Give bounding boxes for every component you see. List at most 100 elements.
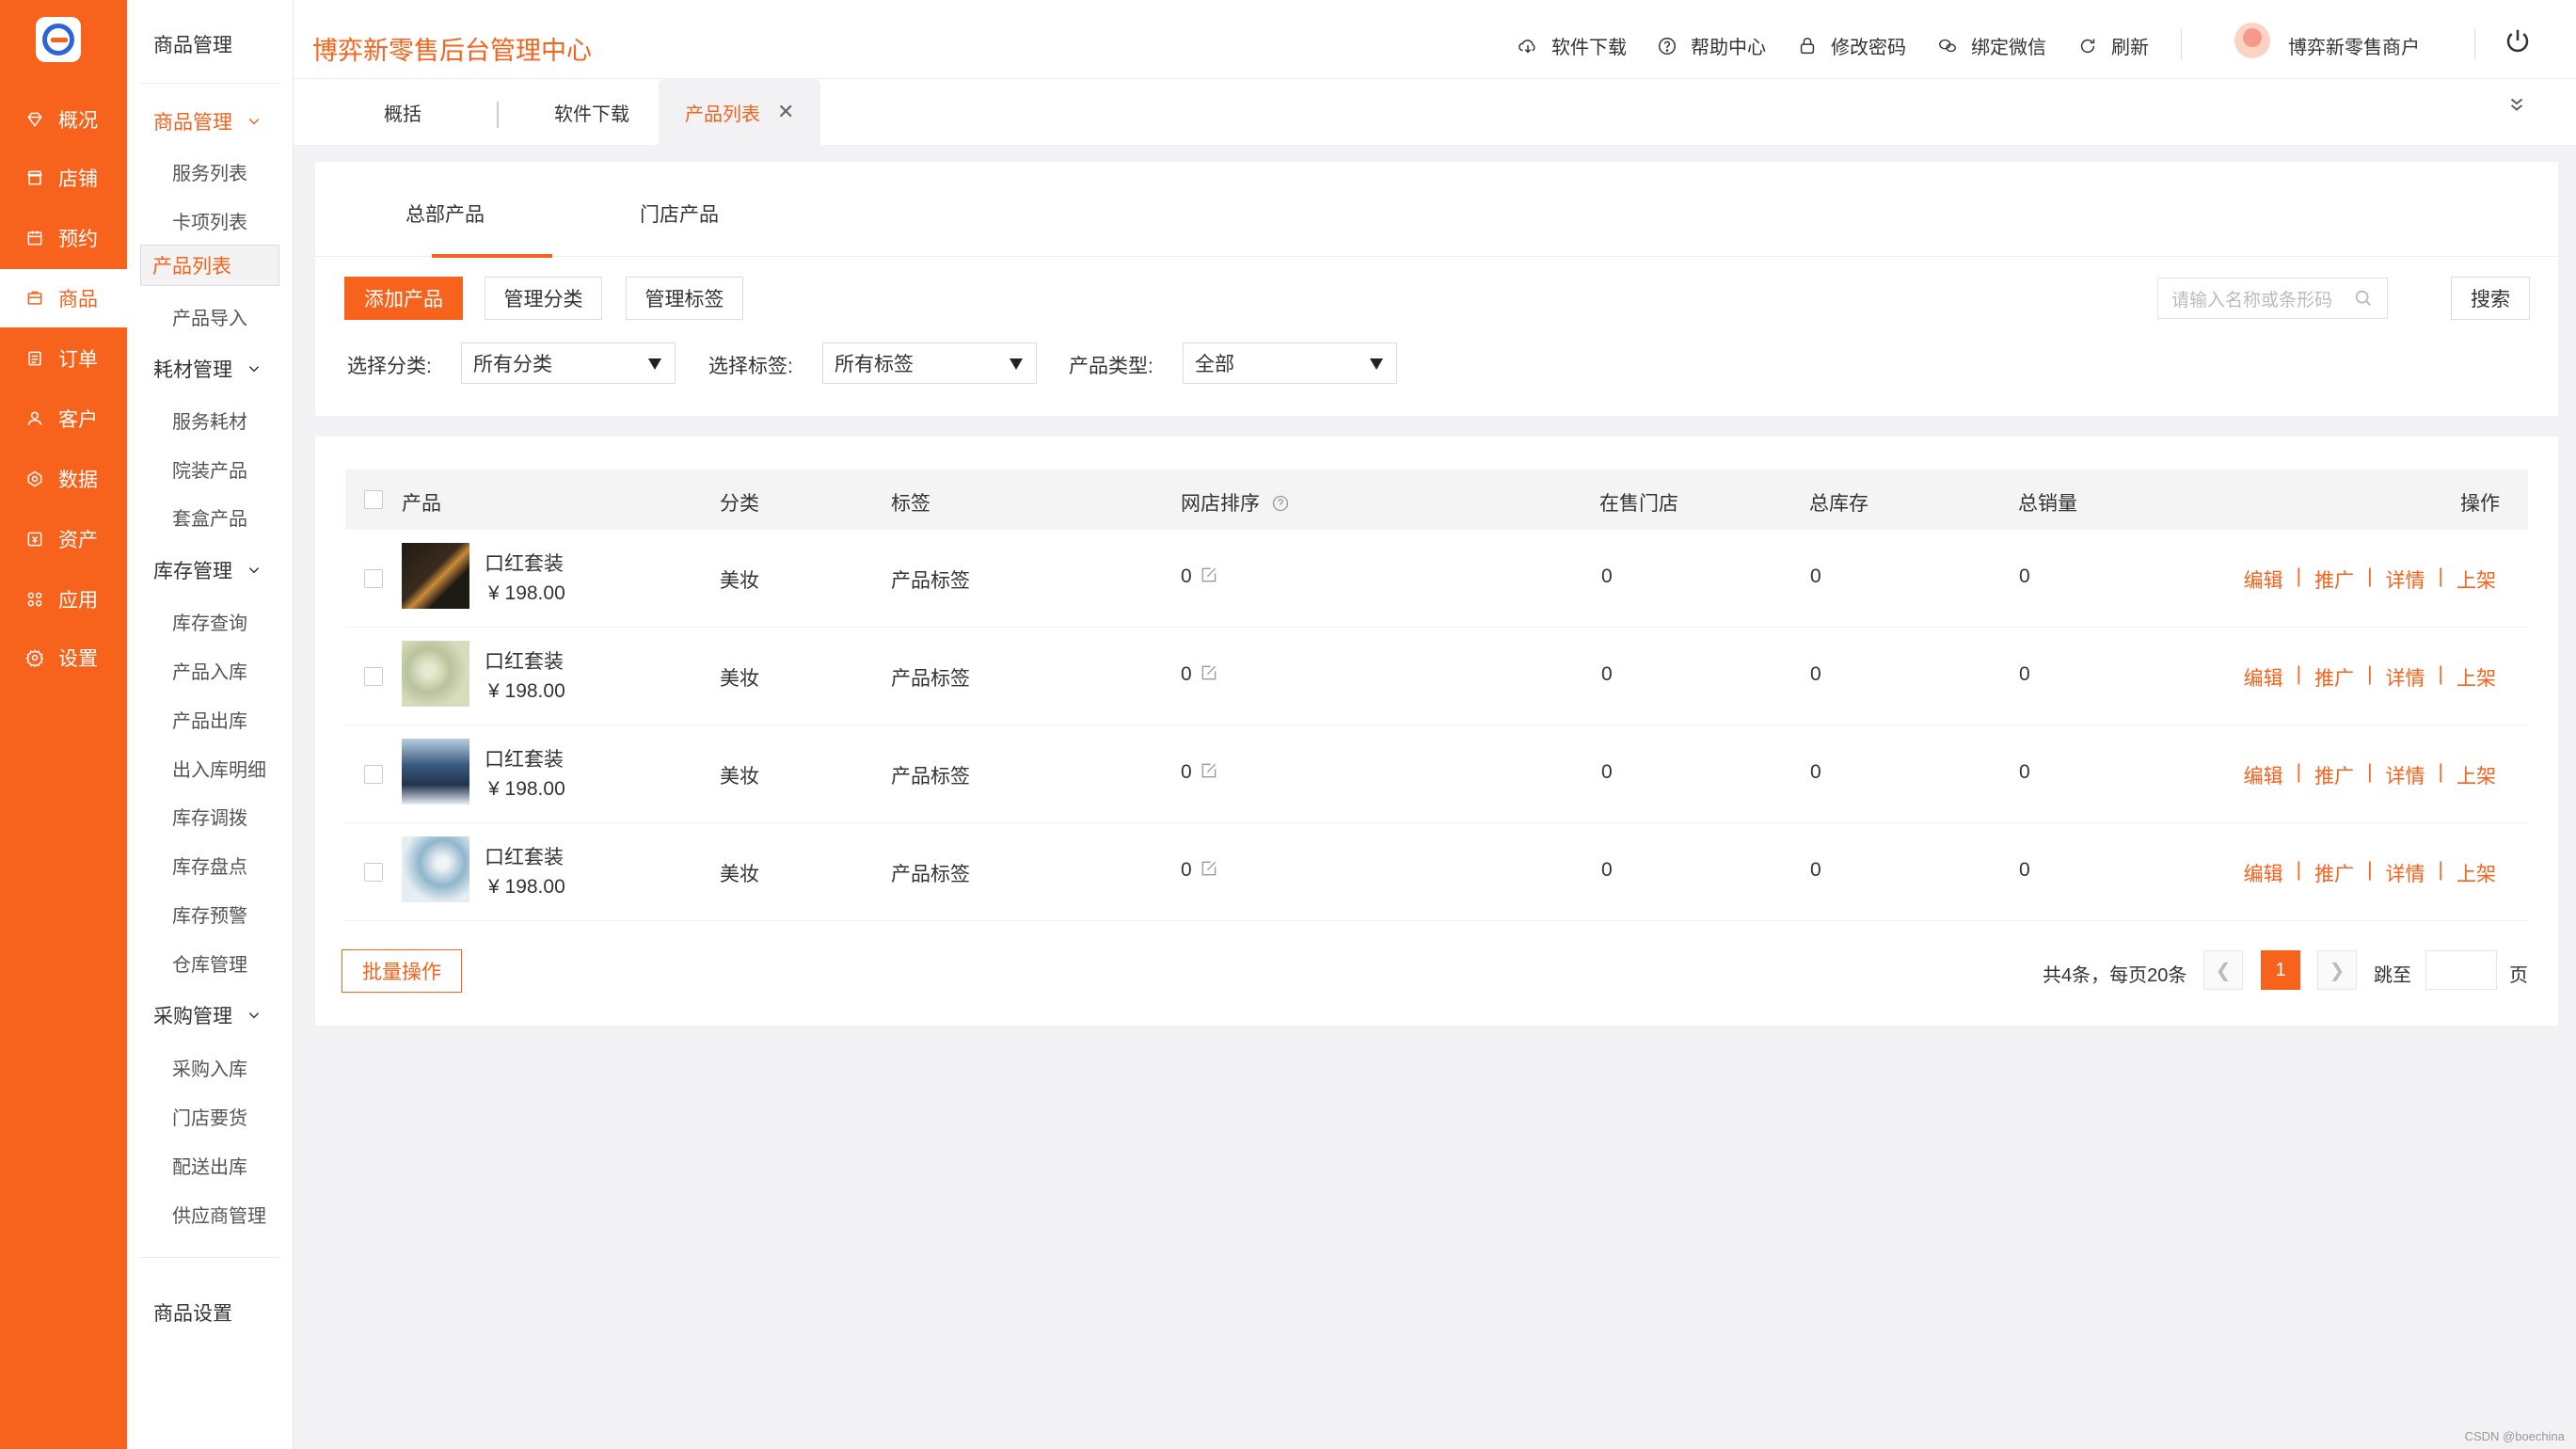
sidebar-item[interactable]: 库存预警 xyxy=(140,889,279,938)
publish-link[interactable]: 上架 xyxy=(2457,859,2496,887)
rail-item-1[interactable]: 店铺 xyxy=(0,149,127,207)
row-checkbox[interactable] xyxy=(364,765,383,784)
detail-link[interactable]: 详情 xyxy=(2386,663,2425,692)
category-select[interactable]: 所有分类 xyxy=(461,342,676,384)
edit-link[interactable]: 编辑 xyxy=(2244,859,2283,887)
header-change-password[interactable]: 修改密码 xyxy=(1797,32,1906,59)
help-icon[interactable] xyxy=(1271,494,1290,513)
row-checkbox[interactable] xyxy=(364,569,383,588)
publish-link[interactable]: 上架 xyxy=(2457,663,2496,692)
rail-item-8[interactable]: 应用 xyxy=(0,570,127,629)
product-name[interactable]: 口红套装 xyxy=(485,842,564,870)
sidebar-item[interactable]: 采购入库 xyxy=(140,1043,279,1091)
tab-product-list[interactable]: 产品列表 ✕ xyxy=(659,79,821,145)
chevron-double-down-icon[interactable] xyxy=(2506,94,2527,120)
sidebar-item[interactable]: 院装产品 xyxy=(140,444,279,493)
product-name[interactable]: 口红套装 xyxy=(485,744,564,772)
sidebar-item[interactable]: 仓库管理 xyxy=(140,938,279,987)
rail-item-7[interactable]: 资产 xyxy=(0,510,127,568)
prev-page-button[interactable]: ❮ xyxy=(2203,950,2243,990)
jump-page-input[interactable] xyxy=(2425,950,2497,990)
edit-icon[interactable] xyxy=(1200,663,1218,682)
promote-link[interactable]: 推广 xyxy=(2314,761,2354,789)
sidebar-item[interactable]: 配送出库 xyxy=(140,1140,279,1189)
sidebar-item[interactable]: 卡项列表 xyxy=(140,196,279,245)
detail-link[interactable]: 详情 xyxy=(2386,565,2425,594)
rail-item-5[interactable]: 客户 xyxy=(0,390,127,448)
data-icon xyxy=(24,470,45,488)
rail-item-2[interactable]: 预约 xyxy=(0,209,127,267)
rail-item-0[interactable]: 概况 xyxy=(0,90,127,149)
promote-link[interactable]: 推广 xyxy=(2314,859,2354,887)
product-name[interactable]: 口红套装 xyxy=(485,549,564,577)
sidebar-item[interactable]: 门店要货 xyxy=(140,1091,279,1140)
batch-operation-button[interactable]: 批量操作 xyxy=(342,949,462,993)
detail-link[interactable]: 详情 xyxy=(2386,859,2425,887)
product-stores: 0 xyxy=(1601,565,1613,587)
edit-link[interactable]: 编辑 xyxy=(2244,663,2283,692)
publish-link[interactable]: 上架 xyxy=(2457,565,2496,594)
sidebar-group-0[interactable]: 商品管理 xyxy=(153,107,261,135)
publish-link[interactable]: 上架 xyxy=(2457,761,2496,789)
tab-hq-products[interactable]: 总部产品 xyxy=(405,199,485,228)
sidebar-item[interactable]: 出入库明细 xyxy=(140,743,279,792)
detail-link[interactable]: 详情 xyxy=(2386,761,2425,789)
jump-label: 跳至 xyxy=(2374,965,2411,986)
rail-item-4[interactable]: 订单 xyxy=(0,329,127,388)
promote-link[interactable]: 推广 xyxy=(2314,663,2354,692)
sidebar-footer-settings[interactable]: 商品设置 xyxy=(153,1298,232,1327)
logout-button[interactable] xyxy=(2504,26,2545,55)
add-product-button[interactable]: 添加产品 xyxy=(344,277,463,320)
sidebar-item[interactable]: 产品入库 xyxy=(140,645,279,694)
header-software-download[interactable]: 软件下载 xyxy=(1518,32,1627,59)
sidebar-item[interactable]: 产品列表 xyxy=(140,245,279,286)
sidebar-item[interactable]: 产品出库 xyxy=(140,694,279,743)
header-bind-wechat[interactable]: 绑定微信 xyxy=(1937,32,2046,59)
tab-overview[interactable]: 概括 xyxy=(384,79,421,145)
sidebar-item[interactable]: 库存盘点 xyxy=(140,840,279,889)
avatar[interactable] xyxy=(2234,23,2270,58)
user-name[interactable]: 博弈新零售商户 xyxy=(2288,32,2420,59)
next-page-button[interactable]: ❯ xyxy=(2317,950,2357,990)
close-icon[interactable]: ✕ xyxy=(777,100,794,124)
edit-icon[interactable] xyxy=(1200,859,1218,878)
sidebar-item[interactable]: 库存查询 xyxy=(140,597,279,645)
row-checkbox[interactable] xyxy=(364,667,383,686)
sidebar-item[interactable]: 库存调拨 xyxy=(140,791,279,840)
manage-tag-button[interactable]: 管理标签 xyxy=(626,277,743,320)
page-1-button[interactable]: 1 xyxy=(2261,950,2300,990)
tab-store-products[interactable]: 门店产品 xyxy=(640,199,719,228)
search-button[interactable]: 搜索 xyxy=(2451,277,2530,320)
type-select[interactable]: 全部 xyxy=(1183,342,1397,384)
product-stock: 0 xyxy=(1810,565,1821,587)
sidebar-item[interactable]: 供应商管理 xyxy=(140,1189,279,1238)
edit-link[interactable]: 编辑 xyxy=(2244,565,2283,594)
search-input[interactable]: 请输入名称或条形码 xyxy=(2157,278,2388,319)
app-logo[interactable] xyxy=(36,17,81,62)
sidebar-item[interactable]: 套盒产品 xyxy=(140,492,279,541)
sidebar-item[interactable]: 服务耗材 xyxy=(140,395,279,444)
watermark: CSDN @boechina xyxy=(2464,1429,2565,1443)
edit-icon[interactable] xyxy=(1200,761,1218,780)
promote-link[interactable]: 推广 xyxy=(2314,565,2354,594)
rail-item-3[interactable]: 商品 xyxy=(0,269,127,327)
sidebar-group-3[interactable]: 采购管理 xyxy=(153,1001,261,1029)
edit-link[interactable]: 编辑 xyxy=(2244,761,2283,789)
sidebar-item[interactable]: 产品导入 xyxy=(140,292,279,341)
header-help-center[interactable]: 帮助中心 xyxy=(1657,32,1766,59)
product-name[interactable]: 口红套装 xyxy=(485,646,564,675)
row-checkbox[interactable] xyxy=(364,863,383,882)
caret-down-icon xyxy=(648,358,661,370)
sidebar-group-2[interactable]: 库存管理 xyxy=(153,556,261,584)
rail-item-9[interactable]: 设置 xyxy=(0,629,127,687)
tag-select[interactable]: 所有标签 xyxy=(822,342,1037,384)
select-all-checkbox[interactable] xyxy=(364,490,383,509)
tab-software-download[interactable]: 软件下载 xyxy=(554,79,629,145)
rail-item-6[interactable]: 数据 xyxy=(0,450,127,508)
manage-category-button[interactable]: 管理分类 xyxy=(485,277,602,320)
sidebar-item[interactable]: 服务列表 xyxy=(140,147,279,196)
product-tag: 产品标签 xyxy=(891,864,970,885)
edit-icon[interactable] xyxy=(1200,565,1218,584)
sidebar-group-1[interactable]: 耗材管理 xyxy=(153,355,261,383)
header-refresh[interactable]: 刷新 xyxy=(2077,32,2149,59)
